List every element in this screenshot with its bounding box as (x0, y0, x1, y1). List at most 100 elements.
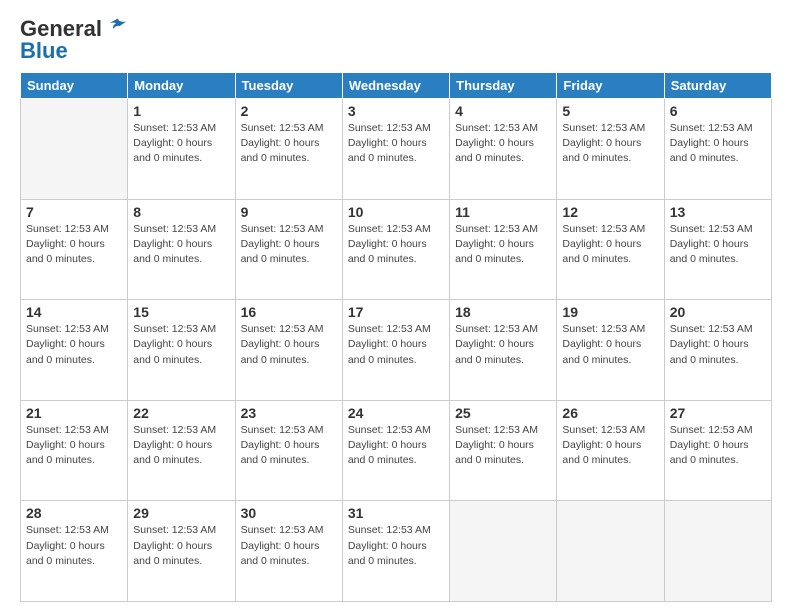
calendar-cell: 6 Sunset: 12:53 AMDaylight: 0 hoursand 0 … (664, 99, 771, 200)
day-number: 23 (241, 405, 337, 421)
day-info: Sunset: 12:53 AMDaylight: 0 hoursand 0 m… (348, 322, 444, 368)
calendar-cell: 31 Sunset: 12:53 AMDaylight: 0 hoursand 0… (342, 501, 449, 602)
day-number: 22 (133, 405, 229, 421)
calendar-cell (450, 501, 557, 602)
calendar-cell: 30 Sunset: 12:53 AMDaylight: 0 hoursand 0… (235, 501, 342, 602)
day-info: Sunset: 12:53 AMDaylight: 0 hoursand 0 m… (241, 523, 337, 569)
day-number: 6 (670, 103, 766, 119)
header: General Blue (20, 16, 772, 64)
weekday-header-row: SundayMondayTuesdayWednesdayThursdayFrid… (21, 73, 772, 99)
day-info: Sunset: 12:53 AMDaylight: 0 hoursand 0 m… (133, 121, 229, 167)
day-info: Sunset: 12:53 AMDaylight: 0 hoursand 0 m… (670, 222, 766, 268)
day-info: Sunset: 12:53 AMDaylight: 0 hoursand 0 m… (670, 322, 766, 368)
weekday-header-sunday: Sunday (21, 73, 128, 99)
calendar-cell: 25 Sunset: 12:53 AMDaylight: 0 hoursand 0… (450, 400, 557, 501)
day-info: Sunset: 12:53 AMDaylight: 0 hoursand 0 m… (348, 222, 444, 268)
day-number: 3 (348, 103, 444, 119)
calendar-cell: 2 Sunset: 12:53 AMDaylight: 0 hoursand 0 … (235, 99, 342, 200)
calendar-cell: 15Sunset: 12:53 AMDaylight: 0 hoursand 0… (128, 300, 235, 401)
calendar-cell: 8Sunset: 12:53 AMDaylight: 0 hoursand 0 … (128, 199, 235, 300)
day-info: Sunset: 12:53 AMDaylight: 0 hoursand 0 m… (133, 523, 229, 569)
calendar-cell: 9Sunset: 12:53 AMDaylight: 0 hoursand 0 … (235, 199, 342, 300)
day-number: 4 (455, 103, 551, 119)
day-number: 12 (562, 204, 658, 220)
day-info: Sunset: 12:53 AMDaylight: 0 hoursand 0 m… (455, 121, 551, 167)
calendar-cell: 23 Sunset: 12:53 AMDaylight: 0 hoursand 0… (235, 400, 342, 501)
day-number: 26 (562, 405, 658, 421)
day-number: 11 (455, 204, 551, 220)
calendar-cell: 17 Sunset: 12:53 AMDaylight: 0 hoursand 0… (342, 300, 449, 401)
page: General Blue SundayMondayTuesdayWednesda… (0, 0, 792, 612)
day-info: Sunset: 12:53 AMDaylight: 0 hoursand 0 m… (455, 423, 551, 469)
day-info: Sunset: 12:53 AMDaylight: 0 hoursand 0 m… (26, 523, 122, 569)
day-info: Sunset: 12:53 AMDaylight: 0 hoursand 0 m… (241, 121, 337, 167)
day-info: Sunset: 12:53 AMDaylight: 0 hoursand 0 m… (133, 222, 229, 268)
calendar-cell (557, 501, 664, 602)
day-number: 24 (348, 405, 444, 421)
calendar-cell: 27 Sunset: 12:53 AMDaylight: 0 hoursand 0… (664, 400, 771, 501)
day-number: 31 (348, 505, 444, 521)
day-number: 5 (562, 103, 658, 119)
weekday-header-saturday: Saturday (664, 73, 771, 99)
calendar-cell: 10 Sunset: 12:53 AMDaylight: 0 hoursand 0… (342, 199, 449, 300)
calendar-cell: 12 Sunset: 12:53 AMDaylight: 0 hoursand 0… (557, 199, 664, 300)
calendar-cell: 19Sunset: 12:53 AMDaylight: 0 hoursand 0… (557, 300, 664, 401)
day-number: 18 (455, 304, 551, 320)
day-info: Sunset: 12:53 AMDaylight: 0 hoursand 0 m… (26, 322, 122, 368)
day-info: Sunset: 12:53 AMDaylight: 0 hoursand 0 m… (26, 423, 122, 469)
day-number: 27 (670, 405, 766, 421)
calendar-cell: 20 Sunset: 12:53 AMDaylight: 0 hoursand 0… (664, 300, 771, 401)
day-number: 13 (670, 204, 766, 220)
day-info: Sunset: 12:53 AMDaylight: 0 hoursand 0 m… (241, 222, 337, 268)
calendar-cell (664, 501, 771, 602)
calendar-cell: 5 Sunset: 12:53 AMDaylight: 0 hoursand 0 … (557, 99, 664, 200)
calendar: SundayMondayTuesdayWednesdayThursdayFrid… (20, 72, 772, 602)
day-number: 25 (455, 405, 551, 421)
calendar-cell: 7 Sunset: 12:53 AMDaylight: 0 hoursand 0 … (21, 199, 128, 300)
day-info: Sunset: 12:53 AMDaylight: 0 hoursand 0 m… (562, 222, 658, 268)
calendar-cell: 22 Sunset: 12:53 AMDaylight: 0 hoursand 0… (128, 400, 235, 501)
day-info: Sunset: 12:53 AMDaylight: 0 hoursand 0 m… (241, 322, 337, 368)
day-info: Sunset: 12:53 AMDaylight: 0 hoursand 0 m… (562, 121, 658, 167)
weekday-header-tuesday: Tuesday (235, 73, 342, 99)
day-number: 28 (26, 505, 122, 521)
calendar-cell: 16 Sunset: 12:53 AMDaylight: 0 hoursand 0… (235, 300, 342, 401)
day-info: Sunset: 12:53 AMDaylight: 0 hoursand 0 m… (670, 423, 766, 469)
day-number: 14 (26, 304, 122, 320)
day-number: 7 (26, 204, 122, 220)
calendar-cell: 13 Sunset: 12:53 AMDaylight: 0 hoursand 0… (664, 199, 771, 300)
logo-bird-icon (106, 16, 128, 38)
calendar-cell (21, 99, 128, 200)
week-row-1: 1 Sunset: 12:53 AMDaylight: 0 hoursand 0 … (21, 99, 772, 200)
calendar-cell: 14 Sunset: 12:53 AMDaylight: 0 hoursand 0… (21, 300, 128, 401)
day-number: 30 (241, 505, 337, 521)
day-info: Sunset: 12:53 AMDaylight: 0 hoursand 0 m… (670, 121, 766, 167)
day-info: Sunset: 12:53 AMDaylight: 0 hoursand 0 m… (348, 523, 444, 569)
calendar-cell: 21Sunset: 12:53 AMDaylight: 0 hoursand 0… (21, 400, 128, 501)
day-number: 16 (241, 304, 337, 320)
weekday-header-monday: Monday (128, 73, 235, 99)
day-number: 17 (348, 304, 444, 320)
day-number: 19 (562, 304, 658, 320)
day-number: 1 (133, 103, 229, 119)
day-info: Sunset: 12:53 AMDaylight: 0 hoursand 0 m… (241, 423, 337, 469)
day-number: 29 (133, 505, 229, 521)
day-info: Sunset: 12:53 AMDaylight: 0 hoursand 0 m… (133, 322, 229, 368)
weekday-header-wednesday: Wednesday (342, 73, 449, 99)
calendar-cell: 24 Sunset: 12:53 AMDaylight: 0 hoursand 0… (342, 400, 449, 501)
week-row-4: 21Sunset: 12:53 AMDaylight: 0 hoursand 0… (21, 400, 772, 501)
day-info: Sunset: 12:53 AMDaylight: 0 hoursand 0 m… (348, 423, 444, 469)
calendar-cell: 11 Sunset: 12:53 AMDaylight: 0 hoursand 0… (450, 199, 557, 300)
calendar-cell: 18Sunset: 12:53 AMDaylight: 0 hoursand 0… (450, 300, 557, 401)
day-number: 2 (241, 103, 337, 119)
week-row-3: 14 Sunset: 12:53 AMDaylight: 0 hoursand 0… (21, 300, 772, 401)
calendar-cell: 3Sunset: 12:53 AMDaylight: 0 hoursand 0 … (342, 99, 449, 200)
week-row-2: 7 Sunset: 12:53 AMDaylight: 0 hoursand 0 … (21, 199, 772, 300)
day-info: Sunset: 12:53 AMDaylight: 0 hoursand 0 m… (133, 423, 229, 469)
day-number: 20 (670, 304, 766, 320)
calendar-cell: 28 Sunset: 12:53 AMDaylight: 0 hoursand 0… (21, 501, 128, 602)
day-info: Sunset: 12:53 AMDaylight: 0 hoursand 0 m… (26, 222, 122, 268)
calendar-cell: 26Sunset: 12:53 AMDaylight: 0 hoursand 0… (557, 400, 664, 501)
day-info: Sunset: 12:53 AMDaylight: 0 hoursand 0 m… (455, 222, 551, 268)
day-number: 10 (348, 204, 444, 220)
